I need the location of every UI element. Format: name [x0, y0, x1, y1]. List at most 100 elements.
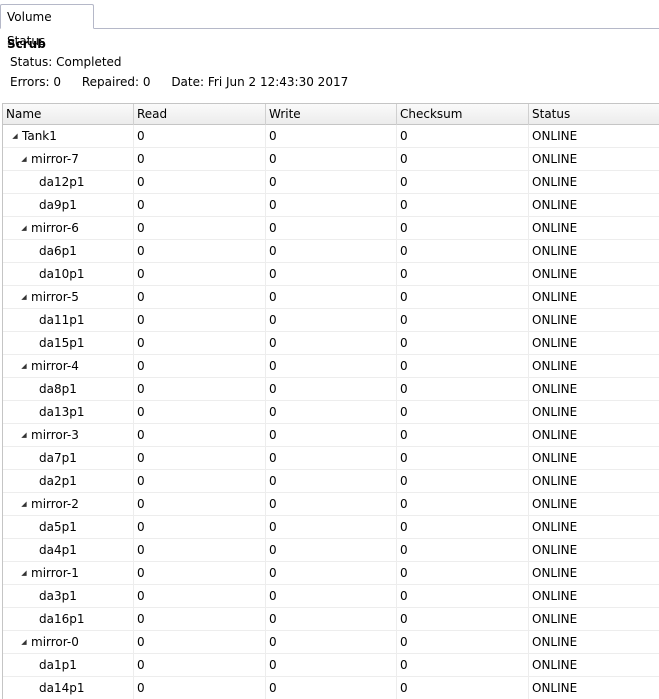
cell-status: ONLINE — [532, 267, 578, 281]
column-header-status[interactable]: Status — [529, 104, 659, 125]
cell-status: ONLINE — [532, 290, 578, 304]
expand-triangle-icon[interactable]: ◢ — [19, 631, 29, 653]
cell-read: 0 — [134, 447, 266, 469]
cell-name: da6p1 — [3, 240, 134, 262]
table-row[interactable]: da16p1 0 0 0 ONLINE — [3, 608, 659, 631]
cell-write: 0 — [266, 240, 397, 262]
table-row[interactable]: ◢ mirror-0 0 0 0 ONLINE — [3, 631, 659, 654]
tab-volume-status[interactable]: Volume Status — [0, 4, 94, 48]
table-row[interactable]: da15p1 0 0 0 ONLINE — [3, 332, 659, 355]
cell-name: da13p1 — [3, 401, 134, 423]
cell-read: 0 — [134, 286, 266, 308]
cell-write: 0 — [266, 608, 397, 630]
expand-triangle-icon[interactable]: ◢ — [19, 562, 29, 584]
cell-checksum: 0 — [397, 332, 529, 354]
cell-name: ◢ mirror-2 — [3, 493, 134, 515]
cell-checksum: 0 — [397, 378, 529, 400]
cell-read: 0 — [134, 309, 266, 331]
table-row[interactable]: ◢ mirror-4 0 0 0 ONLINE — [3, 355, 659, 378]
cell-name: ◢ Tank1 — [3, 125, 134, 147]
table-row[interactable]: ◢ mirror-7 0 0 0 ONLINE — [3, 148, 659, 171]
table-row[interactable]: da1p1 0 0 0 ONLINE — [3, 654, 659, 677]
cell-read: 0 — [134, 654, 266, 676]
expand-triangle-icon[interactable]: ◢ — [19, 217, 29, 239]
cell-name: da10p1 — [3, 263, 134, 285]
cell-read: 0 — [134, 355, 266, 377]
cell-write: 0 — [266, 631, 397, 653]
table-row[interactable]: da11p1 0 0 0 ONLINE — [3, 309, 659, 332]
cell-read: 0 — [134, 677, 266, 699]
expand-triangle-icon[interactable]: ◢ — [19, 355, 29, 377]
cell-checksum: 0 — [397, 240, 529, 262]
table-row[interactable]: da5p1 0 0 0 ONLINE — [3, 516, 659, 539]
table-row[interactable]: da13p1 0 0 0 ONLINE — [3, 401, 659, 424]
cell-write: 0 — [266, 125, 397, 147]
cell-read: 0 — [134, 516, 266, 538]
cell-write: 0 — [266, 539, 397, 561]
column-header-write[interactable]: Write — [266, 104, 397, 125]
cell-name: ◢ mirror-7 — [3, 148, 134, 170]
cell-read: 0 — [134, 125, 266, 147]
cell-status: ONLINE — [532, 129, 578, 143]
cell-name: da7p1 — [3, 447, 134, 469]
table-row[interactable]: da9p1 0 0 0 ONLINE — [3, 194, 659, 217]
expand-triangle-icon[interactable]: ◢ — [19, 286, 29, 308]
cell-read: 0 — [134, 585, 266, 607]
table-row[interactable]: da8p1 0 0 0 ONLINE — [3, 378, 659, 401]
cell-checksum: 0 — [397, 608, 529, 630]
row-name: da12p1 — [39, 175, 85, 189]
table-row[interactable]: ◢ mirror-3 0 0 0 ONLINE — [3, 424, 659, 447]
cell-write: 0 — [266, 516, 397, 538]
cell-status: ONLINE — [532, 336, 578, 350]
row-name: mirror-0 — [31, 635, 79, 649]
row-name: da5p1 — [39, 520, 77, 534]
row-name: da1p1 — [39, 658, 77, 672]
table-row[interactable]: da10p1 0 0 0 ONLINE — [3, 263, 659, 286]
table-row[interactable]: da14p1 0 0 0 ONLINE — [3, 677, 659, 699]
scrub-summary: Errors: 0 Repaired: 0 Date: Fri Jun 2 12… — [10, 75, 365, 89]
cell-status: ONLINE — [532, 543, 578, 557]
cell-checksum: 0 — [397, 493, 529, 515]
cell-write: 0 — [266, 424, 397, 446]
cell-read: 0 — [134, 539, 266, 561]
cell-status: ONLINE — [532, 428, 578, 442]
cell-read: 0 — [134, 194, 266, 216]
cell-status: ONLINE — [532, 221, 578, 235]
cell-write: 0 — [266, 194, 397, 216]
grid-body: ◢ Tank1 0 0 0 ONLINE ◢ mirror-7 0 0 0 ONLINE da12p1 0… — [3, 125, 659, 699]
table-row[interactable]: ◢ mirror-5 0 0 0 ONLINE — [3, 286, 659, 309]
table-row[interactable]: da7p1 0 0 0 ONLINE — [3, 447, 659, 470]
cell-checksum: 0 — [397, 401, 529, 423]
cell-write: 0 — [266, 286, 397, 308]
table-row[interactable]: da4p1 0 0 0 ONLINE — [3, 539, 659, 562]
grid-header: Name Read Write Checksum Status — [3, 103, 659, 125]
cell-checksum: 0 — [397, 539, 529, 561]
table-row[interactable]: da12p1 0 0 0 ONLINE — [3, 171, 659, 194]
expand-triangle-icon[interactable]: ◢ — [10, 125, 20, 147]
table-row[interactable]: ◢ mirror-6 0 0 0 ONLINE — [3, 217, 659, 240]
column-header-read[interactable]: Read — [134, 104, 266, 125]
expand-triangle-icon[interactable]: ◢ — [19, 493, 29, 515]
expand-triangle-icon[interactable]: ◢ — [19, 424, 29, 446]
cell-write: 0 — [266, 171, 397, 193]
expand-triangle-icon[interactable]: ◢ — [19, 148, 29, 170]
cell-name: da9p1 — [3, 194, 134, 216]
cell-checksum: 0 — [397, 125, 529, 147]
table-row[interactable]: ◢ mirror-1 0 0 0 ONLINE — [3, 562, 659, 585]
cell-checksum: 0 — [397, 470, 529, 492]
table-row[interactable]: ◢ Tank1 0 0 0 ONLINE — [3, 125, 659, 148]
cell-write: 0 — [266, 562, 397, 584]
cell-checksum: 0 — [397, 424, 529, 446]
cell-checksum: 0 — [397, 194, 529, 216]
cell-checksum: 0 — [397, 562, 529, 584]
cell-status: ONLINE — [532, 405, 578, 419]
cell-read: 0 — [134, 470, 266, 492]
table-row[interactable]: da6p1 0 0 0 ONLINE — [3, 240, 659, 263]
table-row[interactable]: da3p1 0 0 0 ONLINE — [3, 585, 659, 608]
column-header-name[interactable]: Name — [3, 104, 134, 125]
table-row[interactable]: da2p1 0 0 0 ONLINE — [3, 470, 659, 493]
column-header-checksum[interactable]: Checksum — [397, 104, 529, 125]
table-row[interactable]: ◢ mirror-2 0 0 0 ONLINE — [3, 493, 659, 516]
cell-name: da8p1 — [3, 378, 134, 400]
cell-write: 0 — [266, 217, 397, 239]
